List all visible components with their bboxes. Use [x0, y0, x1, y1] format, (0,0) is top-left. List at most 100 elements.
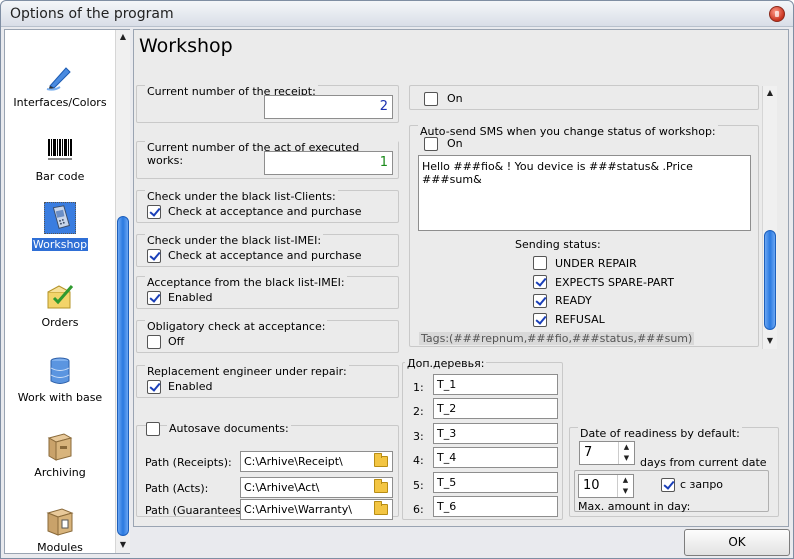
pen-icon: [46, 67, 71, 91]
archive-icon: [47, 433, 73, 461]
sidebar-item-label: Workshop: [31, 238, 89, 251]
tree-input-2[interactable]: T_2: [433, 398, 558, 419]
request-checkbox[interactable]: [661, 478, 675, 492]
blacklist-clients-check-label: Check at acceptance and purchase: [168, 205, 362, 218]
status-refusal-checkbox[interactable]: [533, 313, 547, 327]
sending-status-label: Sending status:: [515, 238, 601, 251]
scroll-up-icon[interactable]: ▲: [763, 86, 777, 100]
sms-on-check-label: On: [447, 137, 463, 150]
window-title: Options of the program: [10, 6, 174, 22]
sidebar-item-archiving[interactable]: Archiving: [5, 430, 115, 479]
obligatory-label: Obligatory check at acceptance:: [145, 320, 328, 333]
spin-arrows-icon[interactable]: ▲ ▼: [618, 442, 634, 464]
status-ready-checkbox[interactable]: [533, 294, 547, 308]
tree-row-num: 3:: [413, 430, 424, 443]
path-acts-input[interactable]: C:\Arhive\Act\: [240, 477, 393, 498]
acceptance-imei-checkbox[interactable]: [147, 291, 161, 305]
folder-icon[interactable]: [374, 501, 388, 515]
readiness-group: Date of readiness by default: 7 ▲ ▼ days …: [569, 427, 779, 517]
receipt-group: Current number of the receipt: 2: [136, 85, 399, 123]
sidebar-item-work-with-base[interactable]: Work with base: [5, 355, 115, 404]
tree-input-5[interactable]: T_5: [433, 472, 558, 493]
blacklist-clients-label: Check under the black list-Clients:: [145, 190, 338, 203]
autosave-group: Autosave documents: Path (Receipts): C:\…: [136, 422, 399, 520]
sidebar-item-label: Bar code: [35, 170, 85, 183]
spin-arrows-icon[interactable]: ▲ ▼: [617, 475, 633, 497]
tree-row-num: 6:: [413, 503, 424, 516]
max-amount-label: Max. amount in day:: [578, 500, 691, 513]
replacement-check-label: Enabled: [168, 380, 213, 393]
page-title: Workshop: [139, 35, 233, 57]
sidebar-item-workshop[interactable]: Workshop: [5, 202, 115, 251]
path-guarantees-input[interactable]: C:\Arhive\Warranty\: [240, 499, 393, 520]
scroll-down-icon[interactable]: ▼: [116, 538, 130, 552]
sidebar-scrollbar[interactable]: ▲ ▼: [115, 30, 130, 553]
scroll-up-icon[interactable]: ▲: [116, 30, 130, 44]
obligatory-checkbox[interactable]: [147, 335, 161, 349]
max-amount-value: 10: [583, 478, 600, 493]
acceptance-imei-group: Acceptance from the black list-IMEI: Ena…: [136, 276, 399, 309]
max-amount-spinbox[interactable]: 10 ▲ ▼: [578, 474, 634, 498]
sidebar-item-label: Interfaces/Colors: [13, 96, 107, 109]
sidebar-item-bar-code[interactable]: Bar code: [5, 134, 115, 183]
sms-top-checkbox[interactable]: [424, 92, 438, 106]
barcode-icon: [46, 138, 74, 162]
replacement-label: Replacement engineer under repair:: [145, 365, 349, 378]
status-expects-spare-part-label: EXPECTS SPARE-PART: [555, 276, 674, 289]
readiness-label: Date of readiness by default:: [578, 427, 742, 440]
sidebar-item-label: Modules: [37, 541, 83, 554]
sms-top-check-label: On: [447, 92, 463, 105]
options-window: Options of the program Interfaces/Colors: [0, 0, 794, 559]
status-expects-spare-part-checkbox[interactable]: [533, 275, 547, 289]
blacklist-clients-checkbox[interactable]: [147, 205, 161, 219]
receipt-number-input[interactable]: 2: [264, 95, 393, 119]
sms-tags-text: Tags:(###repnum,###fio,###status,###sum): [419, 332, 695, 345]
scroll-down-icon[interactable]: ▼: [763, 334, 777, 348]
path-receipts-input[interactable]: C:\Arhive\Receipt\: [240, 451, 393, 472]
path-receipts-label: Path (Receipts):: [145, 456, 232, 469]
tree-input-6[interactable]: T_6: [433, 496, 558, 517]
blacklist-imei-group: Check under the black list-IMEI: Check a…: [136, 234, 399, 267]
status-refusal-label: REFUSAL: [555, 313, 605, 326]
sms-on-checkbox[interactable]: [424, 137, 438, 151]
blacklist-imei-checkbox[interactable]: [147, 249, 161, 263]
days-value: 7: [584, 445, 593, 460]
sms-message-textarea[interactable]: Hello ###fio& ! You device is ###status&…: [418, 155, 751, 231]
autosave-label: Autosave documents:: [167, 422, 291, 435]
tree-input-1[interactable]: T_1: [433, 374, 558, 395]
orders-icon: [47, 285, 74, 309]
blacklist-clients-group: Check under the black list-Clients: Chec…: [136, 190, 399, 223]
status-under-repair-label: UNDER REPAIR: [555, 257, 637, 270]
tree-input-3[interactable]: T_3: [433, 423, 558, 444]
sidebar-item-interfaces-colors[interactable]: Interfaces/Colors: [5, 60, 115, 109]
folder-icon[interactable]: [374, 479, 388, 493]
obligatory-group: Obligatory check at acceptance: Off: [136, 320, 399, 353]
autosave-checkbox[interactable]: [146, 422, 160, 436]
scroll-thumb[interactable]: [764, 230, 776, 330]
scroll-thumb[interactable]: [117, 216, 129, 536]
close-icon[interactable]: [769, 6, 785, 22]
tree-row-num: 5:: [413, 479, 424, 492]
sidebar: Interfaces/Colors Bar code Workshop Orde…: [4, 29, 130, 554]
path-acts-label: Path (Acts):: [145, 482, 209, 495]
database-icon: [50, 357, 70, 384]
right-scrollbar[interactable]: ▲ ▼: [762, 86, 777, 349]
sidebar-item-label: Work with base: [17, 391, 103, 404]
sidebar-item-label: Orders: [41, 316, 79, 329]
request-label: с запро: [680, 478, 724, 491]
status-ready-label: READY: [555, 294, 592, 307]
sidebar-item-modules[interactable]: Modules: [5, 505, 115, 554]
sidebar-item-label: Archiving: [34, 466, 86, 479]
tree-input-4[interactable]: T_4: [433, 447, 558, 468]
folder-icon[interactable]: [374, 453, 388, 467]
status-under-repair-checkbox[interactable]: [533, 256, 547, 270]
trees-group: Доп.деревья: 1: T_1 2: T_2 3: T_3 4: T_4…: [402, 357, 563, 520]
sms-top-group: On: [409, 85, 759, 110]
ok-button[interactable]: OK: [684, 529, 790, 556]
replacement-checkbox[interactable]: [147, 380, 161, 394]
path-guarantees-label: Path (Guarantees):: [145, 504, 250, 517]
days-spinbox[interactable]: 7 ▲ ▼: [579, 441, 635, 465]
act-number-input[interactable]: 1: [264, 151, 393, 175]
tree-row-num: 4:: [413, 454, 424, 467]
sidebar-item-orders[interactable]: Orders: [5, 280, 115, 329]
